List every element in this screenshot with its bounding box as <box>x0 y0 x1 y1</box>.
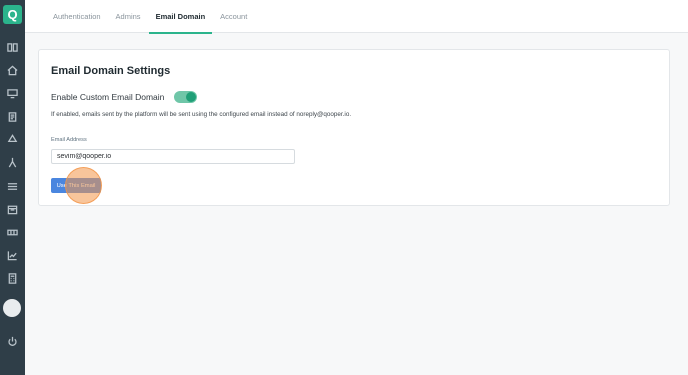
toggle-knob <box>186 92 197 102</box>
email-domain-settings-card: Email Domain Settings Enable Custom Emai… <box>38 49 670 206</box>
home-icon[interactable] <box>5 63 19 77</box>
calculator-icon[interactable] <box>5 271 19 285</box>
screen-icon[interactable] <box>5 86 19 100</box>
recycle-icon[interactable] <box>5 132 19 146</box>
grid-icon[interactable] <box>5 225 19 239</box>
email-address-label: Email Address <box>51 137 87 143</box>
email-address-input[interactable] <box>51 149 295 164</box>
tab-list: Authentication Admins Email Domain Accou… <box>46 0 255 34</box>
avatar[interactable] <box>3 299 21 317</box>
tab-email-domain[interactable]: Email Domain <box>148 0 213 34</box>
tab-authentication[interactable]: Authentication <box>46 0 108 33</box>
person-icon[interactable] <box>5 155 19 169</box>
sidebar: Q <box>0 0 25 375</box>
settings-tabs-bar: Authentication Admins Email Domain Accou… <box>25 0 688 34</box>
custom-domain-toggle[interactable] <box>174 91 198 103</box>
list-icon[interactable] <box>5 179 19 193</box>
book-icon[interactable] <box>5 40 19 54</box>
app-root: Q Authentication Admins Email Domain Acc… <box>0 0 688 375</box>
app-logo[interactable]: Q <box>3 5 22 24</box>
help-text: If enabled, emails sent by the platform … <box>51 111 352 118</box>
power-icon[interactable] <box>5 334 19 348</box>
toggle-label: Enable Custom Email Domain <box>51 92 165 102</box>
card-title: Email Domain Settings <box>51 65 171 77</box>
use-this-email-button[interactable]: Use This Email <box>51 178 101 193</box>
chart-icon[interactable] <box>5 248 19 262</box>
clipboard-icon[interactable] <box>5 109 19 123</box>
tab-admins[interactable]: Admins <box>109 0 148 33</box>
calendar-icon[interactable] <box>5 202 19 216</box>
tab-account[interactable]: Account <box>213 0 254 33</box>
custom-domain-toggle-row: Enable Custom Email Domain <box>51 91 198 103</box>
